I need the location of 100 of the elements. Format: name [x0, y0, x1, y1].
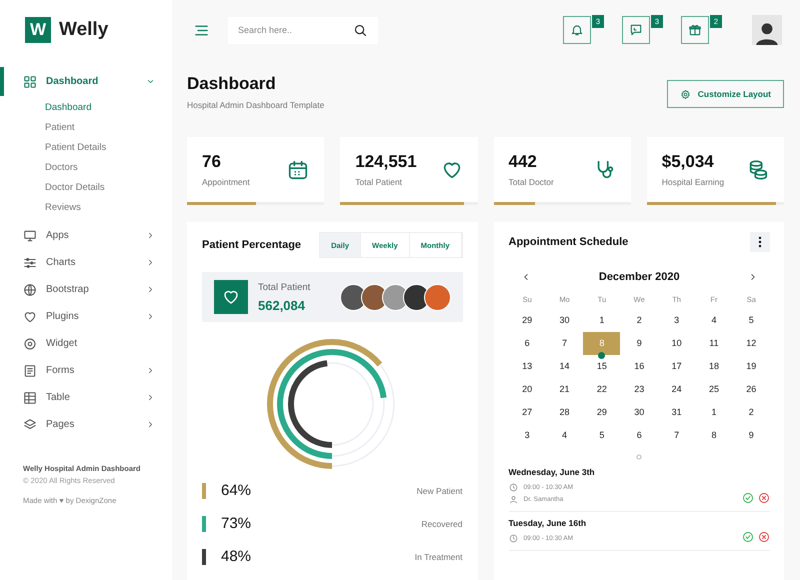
calendar-day[interactable]: 17: [658, 355, 696, 378]
calendar-day[interactable]: 16: [620, 355, 658, 378]
notification-button[interactable]: [622, 16, 650, 44]
calendar-day[interactable]: 9: [620, 332, 658, 355]
calendar-day[interactable]: 30: [620, 401, 658, 424]
calendar-day[interactable]: 15: [583, 355, 620, 378]
cancel-circle-icon[interactable]: [758, 531, 770, 543]
sidebar-item[interactable]: Dashboard: [0, 68, 172, 95]
stat-value: 124,551: [355, 152, 418, 172]
total-label: Total Patient: [258, 282, 312, 292]
clock-icon: [508, 534, 518, 543]
search-icon[interactable]: [353, 22, 368, 38]
calendar-day[interactable]: 19: [732, 355, 770, 378]
calendar-day[interactable]: 8: [695, 424, 732, 447]
grid-icon: [23, 74, 37, 88]
calendar-icon: [287, 158, 310, 180]
check-circle-icon[interactable]: [742, 531, 754, 543]
calendar-day[interactable]: 2: [732, 401, 770, 424]
stat-label: Total Patient: [355, 177, 404, 187]
calendar-day[interactable]: 14: [546, 355, 584, 378]
avatar[interactable]: [752, 15, 782, 45]
calendar-day[interactable]: 18: [695, 355, 732, 378]
sidebar-item[interactable]: Apps: [0, 222, 172, 249]
globe-icon: [23, 282, 37, 296]
calendar-day[interactable]: 21: [546, 378, 584, 401]
submenu-item[interactable]: Patient Details: [45, 138, 172, 158]
submenu-item[interactable]: Patient: [45, 118, 172, 138]
calendar-day[interactable]: 4: [546, 424, 584, 447]
more-button[interactable]: [750, 232, 770, 252]
submenu-item[interactable]: Doctors: [45, 158, 172, 178]
stat-label: Appointment: [202, 177, 251, 187]
sidebar-item[interactable]: Charts: [0, 249, 172, 276]
chat-icon: [629, 23, 643, 37]
legend-label: In Treatment: [414, 552, 462, 562]
stat-label: Hospital Earning: [662, 177, 726, 187]
submenu-item[interactable]: Doctor Details: [45, 178, 172, 198]
calendar-day[interactable]: 25: [695, 378, 732, 401]
notification-button[interactable]: [681, 16, 709, 44]
calendar-day[interactable]: 1: [583, 309, 620, 332]
calendar-day[interactable]: 7: [658, 424, 696, 447]
percent-value: 73%: [221, 515, 252, 532]
gift-icon: [688, 23, 702, 37]
calendar-day[interactable]: 29: [508, 309, 546, 332]
calendar-day[interactable]: 7: [546, 332, 584, 355]
page-subtitle: Hospital Admin Dashboard Template: [187, 100, 326, 110]
calendar-day[interactable]: 9: [732, 424, 770, 447]
check-circle-icon[interactable]: [742, 492, 754, 504]
calendar-day[interactable]: 22: [583, 378, 620, 401]
sidebar-item[interactable]: Widget: [0, 330, 172, 357]
calendar-day[interactable]: 5: [583, 424, 620, 447]
calendar-day[interactable]: 5: [732, 309, 770, 332]
calendar-day[interactable]: 3: [658, 309, 696, 332]
notification-button[interactable]: [563, 16, 591, 44]
calendar-day[interactable]: 2: [620, 309, 658, 332]
calendar-day[interactable]: 28: [546, 401, 584, 424]
calendar-day[interactable]: 10: [658, 332, 696, 355]
coins-icon: [747, 158, 769, 180]
sidebar-item[interactable]: Bootstrap: [0, 276, 172, 303]
avatar: [424, 284, 450, 310]
sidebar-item[interactable]: Plugins: [0, 303, 172, 330]
calendar-day[interactable]: 3: [508, 424, 546, 447]
panel-title: Patient Percentage: [202, 239, 302, 251]
calendar-day[interactable]: 6: [620, 424, 658, 447]
page-title: Dashboard: [187, 74, 277, 94]
total-value: 562,084: [258, 298, 306, 312]
calendar-day[interactable]: 12: [732, 332, 770, 355]
sidebar-item[interactable]: Pages: [0, 411, 172, 438]
calendar-day[interactable]: 11: [695, 332, 732, 355]
brand-name: Welly: [59, 19, 108, 41]
logo-mark: W: [25, 17, 51, 43]
appointment-date: Tuesday, June 16th: [508, 518, 588, 528]
sliders-icon: [23, 256, 37, 270]
calendar-day[interactable]: 6: [508, 332, 546, 355]
percent-value: 48%: [221, 548, 252, 565]
person-icon: [508, 495, 518, 504]
appointment-date: Wednesday, June 3th: [508, 467, 596, 477]
calendar-day[interactable]: 24: [658, 378, 696, 401]
calendar-day[interactable]: 20: [508, 378, 546, 401]
calendar-day[interactable]: 1: [695, 401, 732, 424]
calendar-day[interactable]: 23: [620, 378, 658, 401]
stat-value: $5,034: [662, 152, 715, 172]
calendar-day[interactable]: 29: [583, 401, 620, 424]
stat-value: 76: [202, 152, 222, 172]
calendar-day[interactable]: 4: [695, 309, 732, 332]
calendar-day[interactable]: 30: [546, 309, 584, 332]
table-icon: [23, 390, 37, 404]
calendar-day[interactable]: 27: [508, 401, 546, 424]
monitor-icon: [23, 228, 37, 242]
calendar-day[interactable]: 13: [508, 355, 546, 378]
sidebar-item[interactable]: Forms: [0, 357, 172, 384]
sidebar-item[interactable]: Table: [0, 384, 172, 411]
heart-icon: [23, 310, 37, 324]
calendar-day[interactable]: 26: [732, 378, 770, 401]
panel-title: Appointment Schedule: [508, 236, 630, 248]
search-field[interactable]: Search here..: [228, 16, 378, 44]
calendar-day[interactable]: 31: [658, 401, 696, 424]
cancel-circle-icon[interactable]: [758, 492, 770, 504]
submenu-item[interactable]: Reviews: [45, 198, 172, 218]
customize-layout-button[interactable]: Customize Layout: [666, 80, 784, 108]
submenu-item[interactable]: Dashboard: [45, 98, 172, 118]
